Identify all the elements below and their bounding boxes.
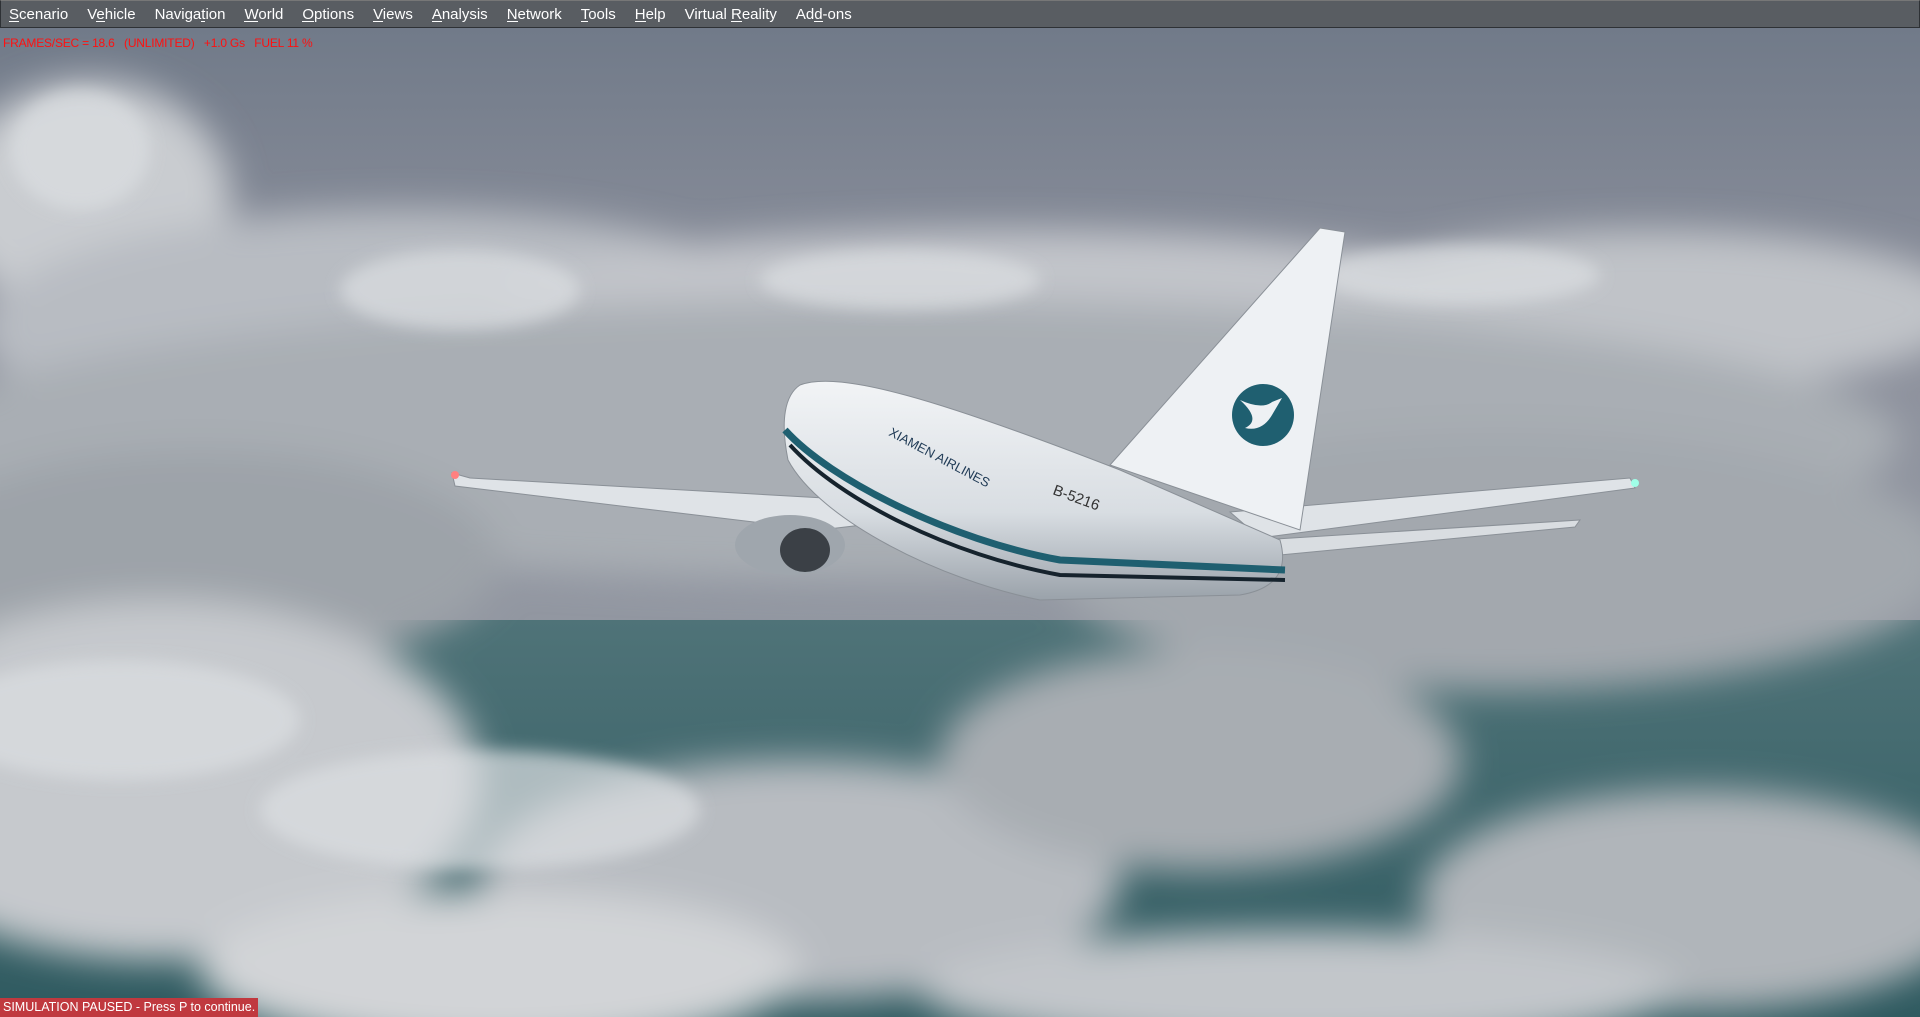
accelerator-underline xyxy=(431,20,442,22)
engine-intake xyxy=(780,528,830,572)
menu-network[interactable]: Network xyxy=(499,6,573,23)
accelerator-underline xyxy=(506,20,518,22)
accelerator-underline xyxy=(580,20,589,22)
menu-analysis[interactable]: Analysis xyxy=(424,6,499,23)
menu-world[interactable]: World xyxy=(236,6,294,23)
simulator-viewport[interactable]: XIAMEN AIRLINES B-5216 xyxy=(0,0,1920,1017)
accelerator-underline xyxy=(9,20,20,22)
accelerator-underline xyxy=(373,20,383,22)
accelerator-underline xyxy=(731,20,742,22)
nav-light-right xyxy=(1631,479,1639,487)
accelerator-underline xyxy=(201,20,206,22)
accelerator-underline xyxy=(302,20,315,22)
hud-readout: FRAMES/SEC = 18.6 (UNLIMITED) +1.0 Gs FU… xyxy=(3,36,313,50)
menu-scenario[interactable]: Scenario xyxy=(1,6,79,23)
menu-tools[interactable]: Tools xyxy=(573,6,627,23)
menu-virtual-reality[interactable]: Virtual Reality xyxy=(677,6,788,23)
menu-navigation[interactable]: Navigation xyxy=(147,6,237,23)
menu-vehicle[interactable]: Vehicle xyxy=(79,6,146,23)
accelerator-underline xyxy=(634,20,646,22)
nav-light-left xyxy=(451,471,459,479)
menu-views[interactable]: Views xyxy=(365,6,424,23)
accelerator-underline xyxy=(244,20,259,22)
menu-options[interactable]: Options xyxy=(294,6,365,23)
accelerator-underline xyxy=(96,20,105,22)
menu-help[interactable]: Help xyxy=(627,6,677,23)
accelerator-underline xyxy=(814,20,823,22)
simulation-paused-banner: SIMULATION PAUSED - Press P to continue. xyxy=(0,998,259,1017)
menu-bar: Scenario Vehicle Navigation World Option… xyxy=(0,0,1920,28)
menu-add-ons[interactable]: Add-ons xyxy=(788,6,863,23)
